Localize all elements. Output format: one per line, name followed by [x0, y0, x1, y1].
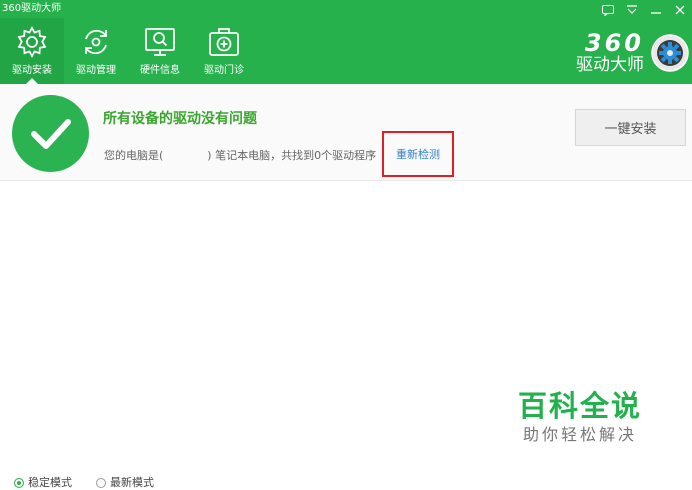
- monitor-search-icon: [140, 24, 180, 60]
- top-toolbar: 360驱动大师 驱动安装 驱动管理 硬件信息 驱动门诊 360 驱动大师: [0, 0, 692, 84]
- nav-label: 驱动安装: [12, 65, 52, 76]
- close-icon[interactable]: [668, 0, 692, 20]
- menu-icon[interactable]: [620, 0, 644, 20]
- recheck-highlight: 重新检测: [382, 131, 454, 177]
- feedback-icon[interactable]: [596, 0, 620, 20]
- radio-icon[interactable]: [96, 478, 106, 488]
- recheck-link[interactable]: 重新检测: [396, 146, 440, 162]
- nav-label: 硬件信息: [140, 65, 180, 76]
- brand-text: 360 驱动大师: [576, 31, 644, 75]
- nav-item-hardware-info[interactable]: 硬件信息: [128, 18, 192, 84]
- mode-options: 稳定模式 最新模式: [14, 476, 154, 490]
- minimize-icon[interactable]: [644, 0, 668, 20]
- medical-kit-icon: [204, 24, 244, 60]
- mode-option-stable[interactable]: 稳定模式: [14, 476, 72, 490]
- mode-option-latest[interactable]: 最新模式: [96, 476, 154, 490]
- brand-logo-icon: [650, 33, 690, 73]
- status-panel: 所有设备的驱动没有问题 您的电脑是( ) 笔记本电脑，共找到0个驱动程序 重新检…: [0, 84, 692, 181]
- nav-item-driver-manage[interactable]: 驱动管理: [64, 18, 128, 84]
- status-title: 所有设备的驱动没有问题: [103, 111, 257, 127]
- status-description: 您的电脑是( ) 笔记本电脑，共找到0个驱动程序: [104, 147, 376, 163]
- radio-icon[interactable]: [14, 478, 24, 488]
- watermark-title: 百科全说: [517, 389, 642, 423]
- one-click-install-button[interactable]: 一键安装: [575, 109, 686, 146]
- watermark-subtitle: 助你轻松解决: [522, 425, 637, 444]
- brand-number: 360: [584, 29, 644, 57]
- nav-item-driver-install[interactable]: 驱动安装: [0, 18, 64, 84]
- brand-name: 驱动大师: [576, 55, 644, 75]
- app-title: 360驱动大师: [2, 3, 62, 14]
- mode-option-label: 稳定模式: [28, 476, 72, 489]
- gear-icon: [12, 24, 52, 60]
- refresh-icon: [76, 24, 116, 60]
- redacted-model: [163, 149, 208, 161]
- watermark: 百科全说 助你轻松解决: [510, 388, 650, 446]
- success-check-icon: [12, 95, 89, 172]
- main-nav: 驱动安装 驱动管理 硬件信息 驱动门诊: [0, 18, 256, 84]
- nav-label: 驱动管理: [76, 65, 116, 76]
- nav-label: 驱动门诊: [204, 65, 244, 76]
- brand: 360 驱动大师: [576, 30, 690, 76]
- status-desc-prefix: 您的电脑是(: [104, 149, 164, 162]
- nav-item-driver-clinic[interactable]: 驱动门诊: [192, 18, 256, 84]
- window-controls: [596, 0, 692, 20]
- mode-option-label: 最新模式: [110, 476, 154, 489]
- status-desc-suffix: ) 笔记本电脑，共找到0个驱动程序: [207, 149, 377, 162]
